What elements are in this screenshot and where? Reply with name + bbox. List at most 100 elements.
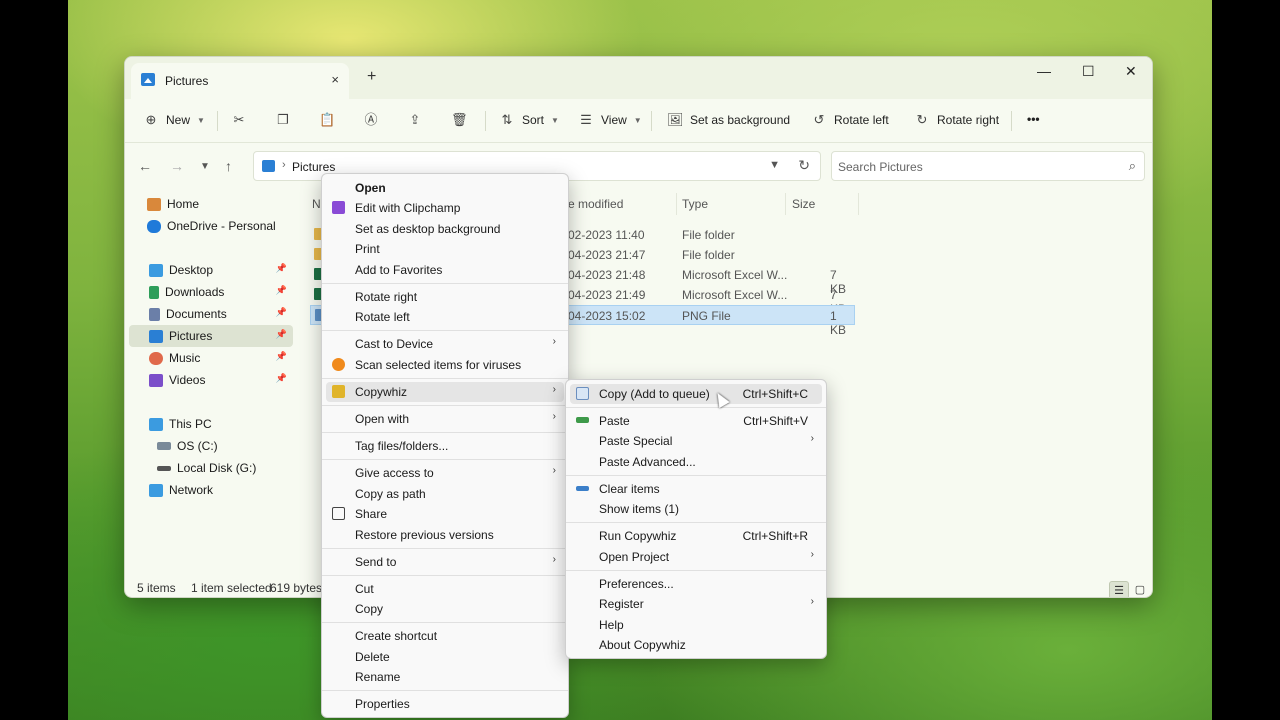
share-icon: [332, 507, 345, 520]
nav-item-home[interactable]: Home: [129, 193, 293, 215]
menu-label: About Copywhiz: [599, 638, 686, 652]
submenu-item-copy-add-to-queue[interactable]: Copy (Add to queue) Ctrl+Shift+C: [570, 384, 822, 404]
rotate-left-button[interactable]: ↺ Rotate left: [811, 112, 889, 128]
share-button[interactable]: ⇪: [407, 112, 423, 128]
view-button[interactable]: ☰ View ▼: [578, 112, 642, 128]
menu-item-add-favorites[interactable]: Add to Favorites: [326, 260, 564, 280]
tab-pictures[interactable]: Pictures ×: [131, 63, 349, 99]
menu-item-cast-to-device[interactable]: Cast to Device ›: [326, 334, 564, 354]
breadcrumb-pictures[interactable]: Pictures: [292, 160, 335, 174]
forward-arrow-icon[interactable]: →: [170, 158, 184, 174]
menu-item-create-shortcut[interactable]: Create shortcut: [326, 626, 564, 646]
delete-button[interactable]: 🗑: [451, 112, 468, 128]
chevron-down-icon[interactable]: ▼: [769, 159, 780, 171]
close-button[interactable]: ✕: [1125, 63, 1137, 80]
nav-item-os-c[interactable]: OS (C:): [129, 435, 293, 457]
menu-item-edit-clipchamp[interactable]: Edit with Clipchamp: [326, 198, 564, 218]
back-arrow-icon[interactable]: ←: [138, 158, 152, 174]
submenu-item-clear-items[interactable]: Clear items: [570, 479, 822, 499]
new-tab-button[interactable]: +: [367, 68, 376, 86]
menu-label: Copywhiz: [355, 385, 408, 399]
menu-item-copywhiz[interactable]: Copywhiz ›: [326, 382, 564, 402]
nav-item-network[interactable]: Network: [129, 479, 293, 501]
desktop-icon: [149, 263, 163, 277]
menu-item-scan-viruses[interactable]: Scan selected items for viruses: [326, 355, 564, 375]
chevron-down-icon: ▼: [551, 115, 559, 125]
submenu-item-about[interactable]: About Copywhiz: [570, 635, 822, 655]
nav-item-desktop[interactable]: Desktop 📌: [129, 259, 293, 281]
cut-button[interactable]: ✂: [231, 112, 247, 128]
chevron-right-icon: ›: [810, 596, 814, 607]
up-arrow-icon[interactable]: ↑: [225, 158, 232, 174]
menu-item-send-to[interactable]: Send to ›: [326, 552, 564, 572]
menu-label: Copy: [355, 602, 384, 616]
rotate-left-label: Rotate left: [834, 113, 889, 127]
rotate-right-button[interactable]: ↻ Rotate right: [914, 112, 1000, 128]
menu-item-give-access[interactable]: Give access to ›: [326, 463, 564, 483]
menu-label: Paste: [599, 414, 630, 428]
rename-button[interactable]: Ⓐ: [363, 112, 379, 128]
submenu-item-run-copywhiz[interactable]: Run Copywhiz Ctrl+Shift+R: [570, 526, 822, 546]
menu-item-cut[interactable]: Cut: [326, 579, 564, 599]
nav-item-this-pc[interactable]: This PC: [129, 413, 293, 435]
column-header-type[interactable]: Type: [682, 197, 708, 211]
pictures-icon: [149, 329, 163, 343]
nav-item-documents[interactable]: Documents 📌: [129, 303, 293, 325]
menu-label: Add to Favorites: [355, 263, 443, 277]
menu-item-open-with[interactable]: Open with ›: [326, 409, 564, 429]
menu-label: Rename: [355, 670, 401, 684]
chevron-right-icon: ›: [810, 549, 814, 560]
minimize-button[interactable]: —: [1037, 63, 1051, 79]
tiles-view-icon[interactable]: ▢: [1130, 581, 1150, 597]
copywhiz-icon: [332, 385, 345, 398]
details-view-icon[interactable]: ☰: [1109, 581, 1129, 597]
recent-chevron-icon[interactable]: ▼: [200, 161, 210, 172]
submenu-item-paste-advanced[interactable]: Paste Advanced...: [570, 452, 822, 472]
new-button[interactable]: ⊕ New ▼: [143, 112, 205, 128]
clipchamp-icon: [332, 201, 345, 214]
menu-item-set-desktop-background[interactable]: Set as desktop background: [326, 219, 564, 239]
menu-item-restore-versions[interactable]: Restore previous versions: [326, 525, 564, 545]
refresh-icon[interactable]: ↻: [798, 157, 810, 174]
column-header-date[interactable]: e modified: [568, 197, 623, 211]
nav-item-pictures[interactable]: Pictures 📌: [129, 325, 293, 347]
menu-divider: [322, 622, 568, 623]
nav-item-local-disk-g[interactable]: Local Disk (G:): [129, 457, 293, 479]
menu-item-properties[interactable]: Properties: [326, 694, 564, 714]
search-input[interactable]: [838, 158, 1108, 176]
submenu-item-paste-special[interactable]: Paste Special ›: [570, 431, 822, 451]
submenu-item-open-project[interactable]: Open Project ›: [570, 547, 822, 567]
submenu-item-register[interactable]: Register ›: [570, 594, 822, 614]
menu-item-copy[interactable]: Copy: [326, 599, 564, 619]
submenu-item-show-items[interactable]: Show items (1): [570, 499, 822, 519]
submenu-item-preferences[interactable]: Preferences...: [570, 574, 822, 594]
nav-item-onedrive[interactable]: OneDrive - Personal: [129, 215, 293, 237]
menu-item-copy-as-path[interactable]: Copy as path: [326, 484, 564, 504]
nav-item-videos[interactable]: Videos 📌: [129, 369, 293, 391]
menu-item-rename[interactable]: Rename: [326, 667, 564, 687]
menu-item-tag-files[interactable]: Tag files/folders...: [326, 436, 564, 456]
submenu-item-help[interactable]: Help: [570, 615, 822, 635]
rename-icon: Ⓐ: [364, 112, 378, 127]
maximize-button[interactable]: ☐: [1082, 63, 1095, 80]
more-options-button[interactable]: •••: [1027, 112, 1040, 126]
submenu-item-paste[interactable]: Paste Ctrl+Shift+V: [570, 411, 822, 431]
nav-item-music[interactable]: Music 📌: [129, 347, 293, 369]
nav-item-downloads[interactable]: Downloads 📌: [129, 281, 293, 303]
tab-close-icon[interactable]: ×: [331, 72, 339, 87]
menu-item-rotate-left[interactable]: Rotate left: [326, 307, 564, 327]
menu-item-open[interactable]: Open: [326, 178, 564, 198]
home-icon: [147, 197, 161, 211]
column-header-size[interactable]: Size: [792, 197, 815, 211]
chevron-right-icon: ›: [552, 411, 556, 422]
set-as-background-button[interactable]: 🖼 Set as background: [667, 112, 790, 128]
menu-item-print[interactable]: Print: [326, 239, 564, 259]
sort-button[interactable]: ⇅ Sort ▼: [499, 112, 559, 128]
copy-button[interactable]: ❐: [275, 112, 291, 128]
paste-button[interactable]: 📋: [319, 112, 335, 128]
chevron-right-icon: ›: [810, 433, 814, 444]
menu-item-share[interactable]: Share: [326, 504, 564, 524]
menu-item-rotate-right[interactable]: Rotate right: [326, 287, 564, 307]
menu-item-delete[interactable]: Delete: [326, 647, 564, 667]
search-box[interactable]: ⌕: [831, 151, 1145, 181]
